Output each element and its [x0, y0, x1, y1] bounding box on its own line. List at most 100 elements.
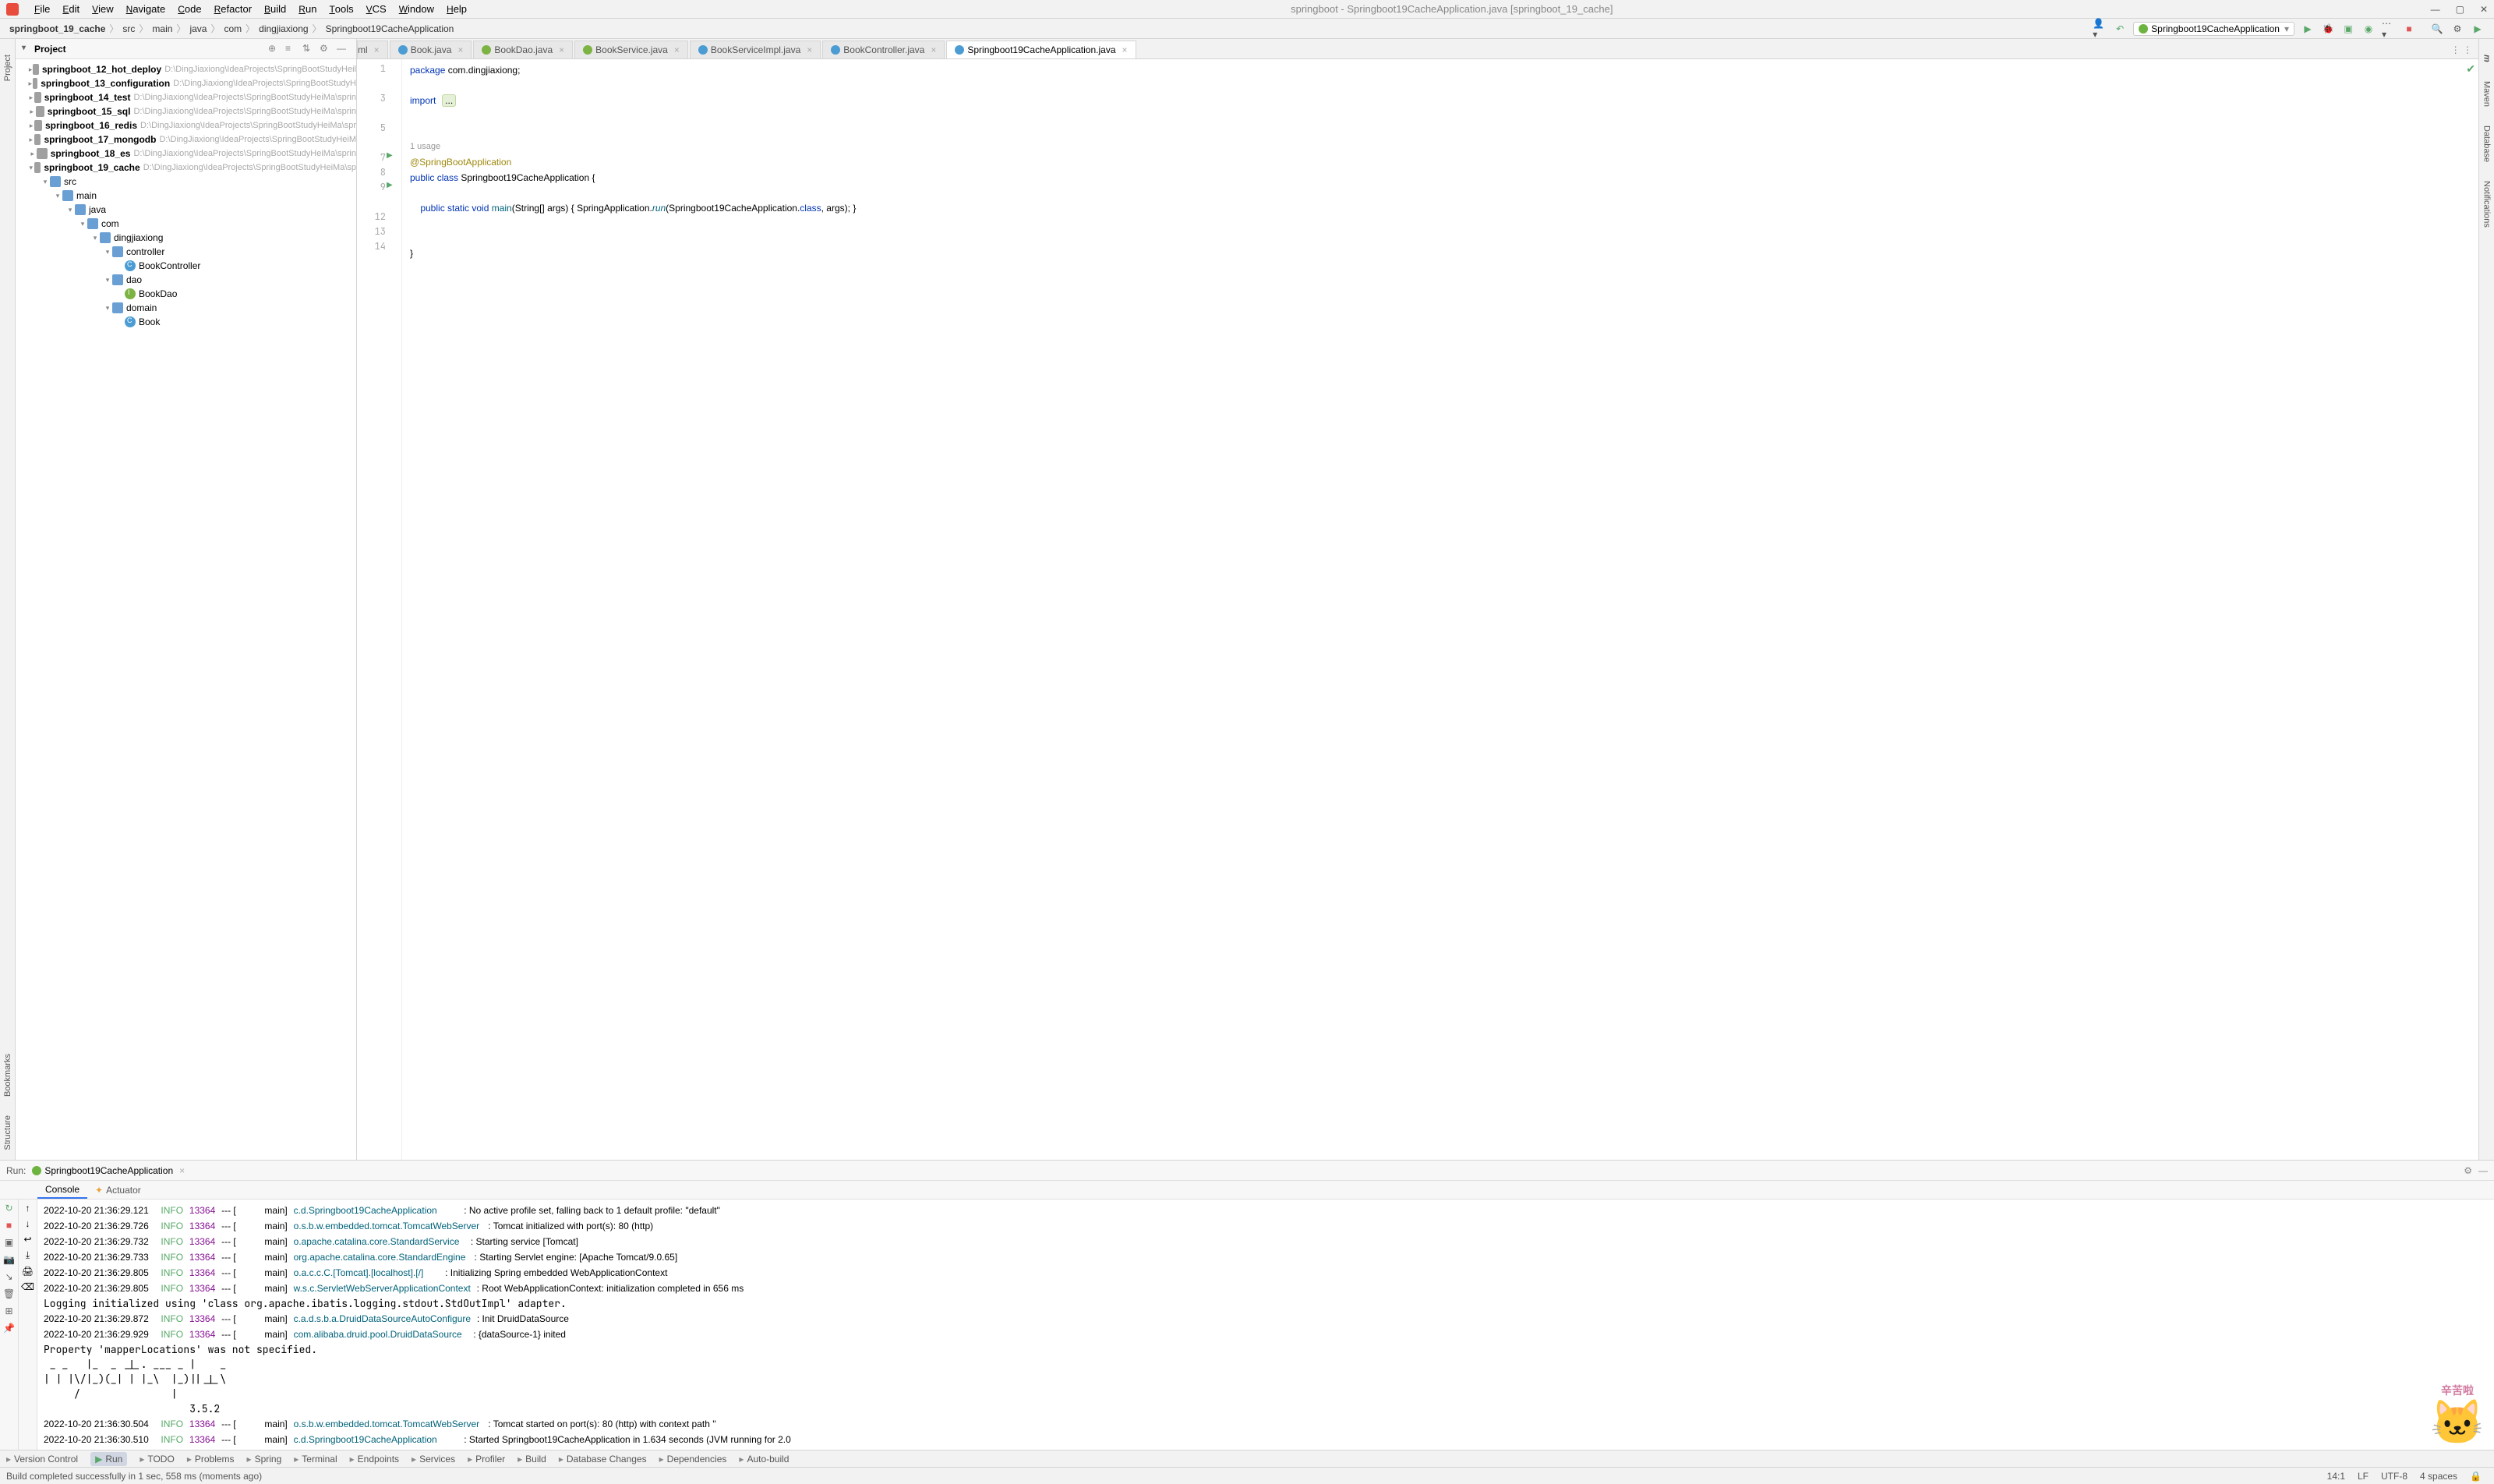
tree-row[interactable]: ▾com	[16, 217, 356, 231]
coverage-icon[interactable]: ▣	[2341, 22, 2355, 36]
tool-tab-m[interactable]: m	[2481, 50, 2493, 67]
tool-tab-database-changes[interactable]: ▸ Database Changes	[559, 1454, 647, 1465]
tool-tab-dependencies[interactable]: ▸ Dependencies	[659, 1454, 727, 1465]
menu-view[interactable]: View	[86, 3, 120, 15]
project-tree[interactable]: ▸springboot_12_hot_deployD:\DingJiaxiong…	[16, 59, 356, 1160]
target-icon[interactable]: ⊕	[268, 43, 281, 55]
tree-row[interactable]: ▸springboot_18_esD:\DingJiaxiong\IdeaPro…	[16, 147, 356, 161]
menu-refactor[interactable]: Refactor	[208, 3, 258, 15]
menu-window[interactable]: Window	[393, 3, 440, 15]
close-icon[interactable]: ✕	[2480, 4, 2488, 15]
menu-file[interactable]: File	[28, 3, 56, 15]
editor-tab[interactable]: BookDao.java×	[473, 41, 573, 58]
tree-row[interactable]: ▸springboot_12_hot_deployD:\DingJiaxiong…	[16, 62, 356, 76]
tool-tab-bookmarks[interactable]: Bookmarks	[2, 1049, 14, 1101]
inspection-ok-icon[interactable]: ✔	[2466, 62, 2475, 76]
undo-icon[interactable]: ↶	[2113, 22, 2127, 36]
tool-tab-database[interactable]: Database	[2481, 121, 2493, 167]
breadcrumb-root[interactable]: springboot_19_cache	[6, 23, 108, 34]
encoding[interactable]: UTF-8	[2381, 1471, 2407, 1482]
menu-help[interactable]: Help	[440, 3, 473, 15]
tool-tab-version-control[interactable]: ▸ Version Control	[6, 1454, 78, 1465]
scroll-icon[interactable]: ⤓	[26, 1249, 30, 1261]
pause-icon[interactable]: ▣	[3, 1237, 16, 1249]
tree-row[interactable]: ▾dingjiaxiong	[16, 231, 356, 245]
tree-row[interactable]: ▾src	[16, 175, 356, 189]
editor-tab[interactable]: Springboot19CacheApplication.java×	[946, 41, 1136, 59]
camera-icon[interactable]: 📷	[3, 1254, 16, 1267]
tree-row[interactable]: ▾main	[16, 189, 356, 203]
tool-tab-run[interactable]: ▶ Run	[90, 1452, 127, 1466]
wrap-icon[interactable]: ↩	[23, 1234, 31, 1245]
gear-icon[interactable]: ⚙	[2464, 1165, 2472, 1176]
breadcrumb[interactable]: dingjiaxiong	[256, 23, 311, 34]
clear-icon[interactable]: ⌫	[21, 1281, 34, 1292]
tree-row[interactable]: ▾dao	[16, 273, 356, 287]
menu-vcs[interactable]: VCS	[360, 3, 393, 15]
user-icon[interactable]: 👤▾	[2093, 22, 2107, 36]
run-gutter-icon[interactable]: ▶	[387, 151, 393, 160]
close-icon[interactable]: ×	[179, 1165, 185, 1176]
exit-icon[interactable]: ↘	[3, 1271, 16, 1284]
tree-row[interactable]: ▸springboot_17_mongodbD:\DingJiaxiong\Id…	[16, 132, 356, 147]
expand-all-icon[interactable]: ≡	[285, 43, 298, 55]
editor-tab[interactable]: BookService.java×	[574, 41, 688, 58]
caret-position[interactable]: 14:1	[2327, 1471, 2345, 1482]
pin-icon[interactable]: 📌	[3, 1323, 16, 1335]
close-icon[interactable]: ×	[674, 44, 680, 55]
project-panel-title[interactable]: Project	[20, 44, 266, 55]
tree-row[interactable]: ▸springboot_13_configurationD:\DingJiaxi…	[16, 76, 356, 90]
collapse-all-icon[interactable]: ⇅	[302, 43, 315, 55]
tool-tab-endpoints[interactable]: ▸ Endpoints	[350, 1454, 399, 1465]
print-icon[interactable]: 🖨	[22, 1266, 34, 1277]
close-icon[interactable]: ×	[457, 44, 463, 55]
editor-tab[interactable]: Book.java×	[390, 41, 472, 58]
breadcrumb[interactable]: java	[186, 23, 210, 34]
tool-tab-project[interactable]: Project	[2, 50, 14, 86]
editor-gutter[interactable]: 135 7▶ 8 9▶ 121314	[357, 59, 402, 1160]
tabs-overflow-icon[interactable]: ⋮ ⋮	[2445, 41, 2478, 58]
breadcrumb[interactable]: com	[221, 23, 245, 34]
console-output[interactable]: 2022-10-20 21:36:29.121 INFO 13364 --- […	[37, 1200, 2494, 1450]
minimize-icon[interactable]: —	[2431, 4, 2440, 15]
tool-tab-auto-build[interactable]: ▸ Auto-build	[739, 1454, 789, 1465]
tree-row[interactable]: ▸springboot_16_redisD:\DingJiaxiong\Idea…	[16, 118, 356, 132]
line-separator[interactable]: LF	[2358, 1471, 2369, 1482]
breadcrumb-file[interactable]: Springboot19CacheApplication	[323, 23, 457, 34]
hide-icon[interactable]: —	[337, 43, 349, 55]
tool-tab-todo[interactable]: ▸ TODO	[140, 1454, 174, 1465]
indent[interactable]: 4 spaces	[2420, 1471, 2457, 1482]
tool-tab-build[interactable]: ▸ Build	[518, 1454, 546, 1465]
gear-icon[interactable]: ⚙	[320, 43, 332, 55]
tree-row[interactable]: BookController	[16, 259, 356, 273]
down-icon[interactable]: ↓	[26, 1218, 30, 1229]
tool-tab-terminal[interactable]: ▸ Terminal	[294, 1454, 337, 1465]
tool-tab-maven[interactable]: Maven	[2481, 76, 2493, 111]
attach-icon[interactable]: ⋯▾	[2382, 22, 2396, 36]
close-icon[interactable]: ×	[374, 44, 380, 55]
tool-tab-problems[interactable]: ▸ Problems	[187, 1454, 235, 1465]
layout-icon[interactable]: ⊞	[3, 1306, 16, 1318]
tree-row[interactable]: ▸springboot_15_sqlD:\DingJiaxiong\IdeaPr…	[16, 104, 356, 118]
menu-navigate[interactable]: Navigate	[120, 3, 172, 15]
tree-row[interactable]: ▾java	[16, 203, 356, 217]
close-icon[interactable]: ×	[559, 44, 564, 55]
tool-tab-structure[interactable]: Structure	[2, 1111, 14, 1155]
editor-tab-partial[interactable]: ml ×	[357, 41, 388, 58]
settings-icon[interactable]: ⚙	[2450, 22, 2464, 36]
close-icon[interactable]: ×	[1122, 44, 1128, 55]
run-icon[interactable]: ▶	[2301, 22, 2315, 36]
editor-tab[interactable]: BookServiceImpl.java×	[690, 41, 821, 58]
menu-build[interactable]: Build	[258, 3, 292, 15]
actuator-tab[interactable]: ✦Actuator	[87, 1182, 149, 1198]
run-anything-icon[interactable]: ▶	[2471, 22, 2485, 36]
profile-icon[interactable]: ◉	[2362, 22, 2376, 36]
tree-row[interactable]: Book	[16, 315, 356, 329]
tree-row[interactable]: ▸springboot_14_testD:\DingJiaxiong\IdeaP…	[16, 90, 356, 104]
lock-icon[interactable]: 🔒	[2470, 1471, 2482, 1482]
rerun-icon[interactable]: ↻	[3, 1203, 16, 1215]
menu-code[interactable]: Code	[171, 3, 207, 15]
close-icon[interactable]: ×	[931, 44, 936, 55]
run-panel-config[interactable]: Springboot19CacheApplication ×	[32, 1165, 185, 1176]
tree-row[interactable]: ▾springboot_19_cacheD:\DingJiaxiong\Idea…	[16, 161, 356, 175]
